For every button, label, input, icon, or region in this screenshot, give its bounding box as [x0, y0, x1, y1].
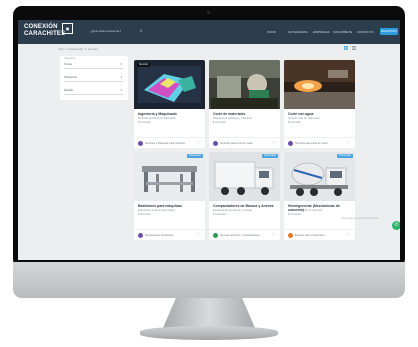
state-value: Estado	[64, 88, 74, 92]
listing-card[interactable]: Corte de materiales Máquinas de cortador…	[209, 60, 280, 148]
listing-image[interactable]	[134, 152, 205, 201]
listing-card[interactable]: Destacado Hormigoneras (Mezcladoras de c…	[284, 152, 355, 240]
monitor-camera	[207, 11, 210, 14]
chevron-down-icon: ▾	[120, 75, 122, 79]
state-select[interactable]: Estado ▾	[64, 86, 123, 95]
featured-badge: Destacado	[337, 154, 353, 158]
heart-icon[interactable]: ♡	[347, 141, 351, 145]
listing-subtitle: Servicios de diseño de fabricación	[138, 117, 176, 120]
listing-image[interactable]	[209, 152, 280, 201]
listing-title[interactable]: Corte con agua	[288, 112, 352, 116]
seller-name[interactable]: Servicios para corte de metal	[295, 142, 327, 145]
seller-avatar	[288, 233, 293, 238]
seller-avatar	[138, 233, 143, 238]
listing-image[interactable]	[284, 60, 355, 109]
monitor-chin	[13, 262, 405, 298]
listing-price: $ Consultar	[213, 213, 226, 216]
listing-subtitle: Equipamiento de basura y reciclaje	[213, 209, 252, 212]
listing-footer: Equipos para construcción ♡	[284, 229, 355, 240]
listing-subtitle: Estructuras de acero para equipo	[138, 209, 175, 212]
seller-avatar	[288, 141, 293, 146]
chevron-down-icon: ▾	[120, 88, 122, 92]
location-value: Ubicación	[64, 75, 78, 79]
listing-price: $ Consultar	[138, 213, 151, 216]
listing-footer: Servicios para corte de metal ♡	[284, 137, 355, 148]
seller-name[interactable]: Herramientas industriales	[145, 234, 173, 237]
seller-avatar	[213, 141, 218, 146]
heart-icon[interactable]: ♡	[197, 141, 201, 145]
nav-suscribete[interactable]: SUSCRÍBETE	[333, 30, 352, 34]
search-input[interactable]: ¿Qué estás buscando?	[90, 28, 146, 35]
location-select[interactable]: Ubicación ▾	[64, 73, 123, 82]
filter-panel: Categoría Todos ▾ Ubicación ▾ Estado ▾	[60, 56, 128, 100]
breadcrumb[interactable]: Inicio / Clasificados ✕ Limpiar	[58, 47, 98, 51]
listing-card[interactable]: Corte con agua Servicio corte de maquina…	[284, 60, 355, 148]
nav-categorias[interactable]: CATEGORÍAS	[288, 30, 307, 34]
listing-title[interactable]: Corte de materiales	[213, 112, 277, 116]
seller-name[interactable]: Equipos para construcción	[295, 234, 324, 237]
featured-badge: Destacado	[262, 154, 278, 158]
nav-contacto[interactable]: CONTACTO	[357, 30, 374, 34]
nav-inicio[interactable]: INICIO	[267, 30, 276, 34]
listing-subtitle: Máquinas de cortadora y máquinas	[213, 117, 253, 120]
seller-avatar	[138, 141, 143, 146]
photo-scene: CONEXIÓN CARACHITES ▣ ¿Qué estás buscand…	[0, 0, 418, 347]
nav-empresas[interactable]: EMPRESAS	[313, 30, 330, 34]
listing-image[interactable]	[284, 152, 355, 201]
seller-name[interactable]: Servicio vehículos y compactadores	[220, 234, 260, 237]
heart-icon[interactable]: ♡	[347, 233, 351, 237]
heart-icon[interactable]: ♡	[272, 141, 276, 145]
listing-footer: Herramientas industriales ♡	[134, 229, 205, 240]
grid-view-icon[interactable]	[344, 46, 348, 50]
heart-icon[interactable]: ♡	[272, 233, 276, 237]
listing-subtitle: Servicio corte de maquinaria	[288, 117, 320, 120]
whatsapp-icon[interactable]: ✆	[392, 221, 400, 230]
listing-image[interactable]	[134, 60, 205, 109]
monitor-base	[140, 326, 278, 340]
listing-card[interactable]: Destacado Bastidores para máquinas Estru…	[134, 152, 205, 240]
listing-title[interactable]: Bastidores para máquinas	[138, 204, 202, 208]
monitor-stand	[163, 298, 255, 328]
listing-price: $ Consultar	[288, 213, 301, 216]
chat-tooltip: ¿Tienes alguna duda? Escríbenos	[340, 217, 378, 220]
listing-footer: Servicio vehículos y compactadores ♡	[209, 229, 280, 240]
category-value: Todos	[64, 62, 73, 66]
listing-price: $ Consultar	[288, 121, 301, 124]
seller-name[interactable]: Servicios para corte de metal	[220, 142, 252, 145]
featured-badge: Destacado	[187, 154, 203, 158]
logo-mark-icon: ▣	[62, 23, 73, 34]
chevron-down-icon: ▾	[120, 62, 122, 66]
list-view-icon[interactable]	[352, 46, 356, 50]
listing-title[interactable]: Ingeniería y Maquinado	[138, 112, 202, 116]
heart-icon[interactable]: ♡	[197, 233, 201, 237]
category-select[interactable]: Categoría Todos ▾	[64, 57, 123, 69]
listing-card[interactable]: Destacado Compactadores de Basura y Anex…	[209, 152, 280, 240]
listing-badge: Servicio	[137, 63, 150, 67]
website-screen: CONEXIÓN CARACHITES ▣ ¿Qué estás buscand…	[18, 20, 400, 260]
seller-name[interactable]: Servicios y Maquinas para Industria	[145, 142, 185, 145]
listing-price: $ Consultar	[138, 121, 151, 124]
search-icon[interactable]: ⌕	[140, 29, 145, 34]
listing-subtitle: Para construcción de obra civil	[288, 209, 323, 212]
register-button[interactable]: REGISTRO	[380, 28, 398, 35]
listing-footer: Servicios para corte de metal ♡	[209, 137, 280, 148]
listing-card[interactable]: Servicio Ingeniería y Maquinado Servicio…	[134, 60, 205, 148]
category-label: Categoría	[64, 57, 75, 60]
listing-footer: Servicios y Maquinas para Industria ♡	[134, 137, 205, 148]
listing-price: $ Consultar	[213, 121, 226, 124]
seller-avatar	[213, 233, 218, 238]
listing-title[interactable]: Compactadores de Basura y Anexos	[213, 204, 277, 208]
listing-image[interactable]	[209, 60, 280, 109]
site-header: CONEXIÓN CARACHITES ▣ ¿Qué estás buscand…	[18, 20, 400, 44]
